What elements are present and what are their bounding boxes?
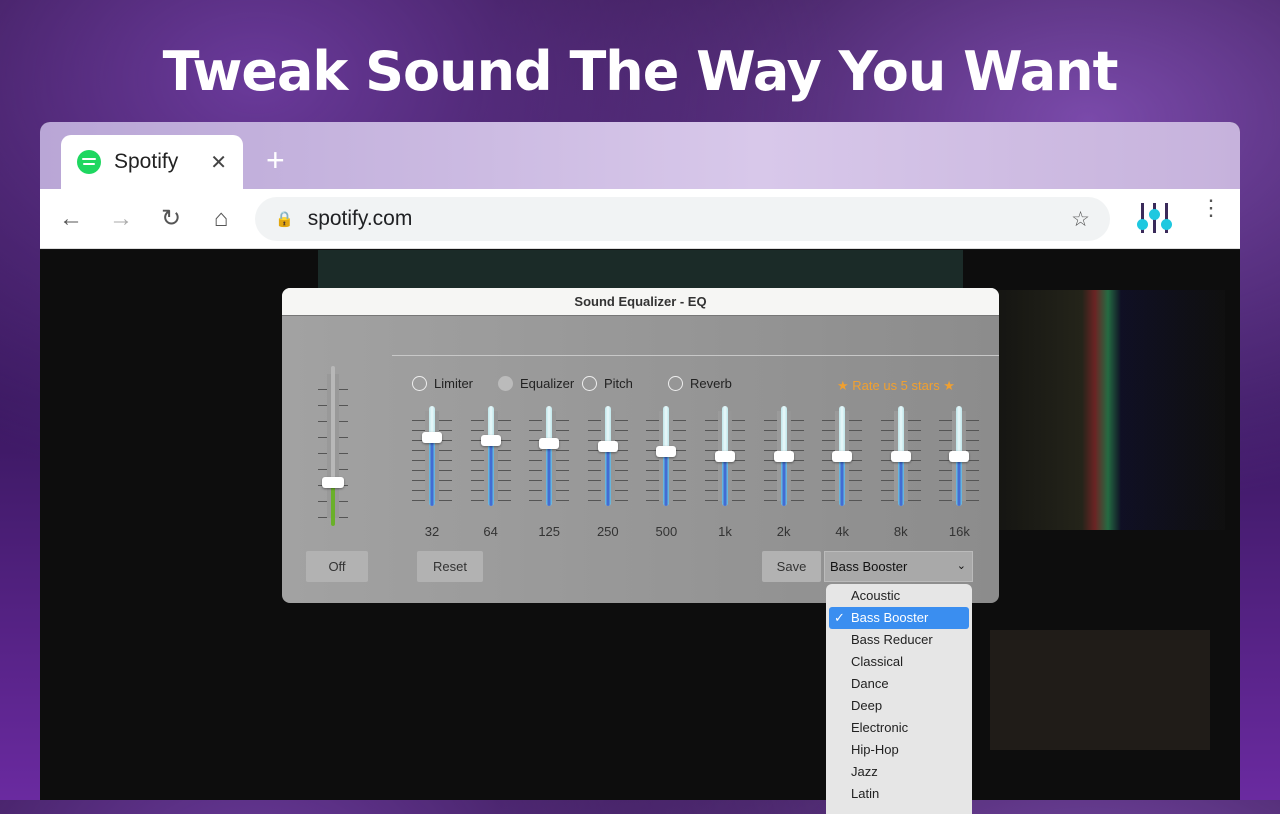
new-tab-button[interactable]: + (266, 142, 285, 179)
preset-dropdown-list: Acoustic ✓ Bass Booster Bass Reducer Classic… (826, 584, 972, 814)
url-text[interactable]: spotify.com (308, 207, 1071, 231)
preset-option[interactable]: Bass Reducer (829, 629, 969, 651)
dialog-title: Sound Equalizer - EQ (282, 288, 999, 316)
tab-bar: Spotify ✕ + (40, 122, 1240, 189)
blurred-album-art (965, 290, 1225, 530)
preset-option-label: Hip-Hop (851, 742, 899, 757)
blurred-artist-photo (990, 630, 1210, 750)
band-label: 16k (948, 524, 970, 539)
chevron-down-icon: ⌄ (956, 560, 966, 572)
preset-value: Bass Booster (830, 559, 908, 574)
preset-option[interactable]: Dance (829, 673, 969, 695)
band-label: 4k (835, 524, 850, 539)
band-slider-1k[interactable] (705, 406, 745, 506)
mode-label: Reverb (690, 376, 732, 391)
band-slider-4k[interactable] (822, 406, 863, 506)
mode-radio-reverb[interactable]: Reverb (668, 376, 732, 391)
band-slider-250[interactable] (587, 406, 628, 506)
preset-option[interactable]: Classical (829, 651, 969, 673)
radio-circle-icon (582, 376, 597, 391)
preset-option-label: Latin (851, 786, 880, 801)
tab-spotify[interactable]: Spotify ✕ (61, 135, 243, 189)
spotify-logo-icon (77, 150, 101, 174)
off-button[interactable]: Off (306, 551, 368, 582)
preset-option-label: Bass Booster (851, 610, 929, 625)
check-icon: ✓ (834, 610, 845, 625)
bookmark-star-icon[interactable]: ☆ (1071, 207, 1090, 232)
volume-slider[interactable] (318, 366, 348, 526)
preset-option[interactable]: ✓ Bass Booster (829, 607, 969, 629)
preset-option-label: Electronic (851, 720, 909, 735)
divider (392, 355, 999, 356)
blurred-header (318, 250, 963, 290)
home-icon[interactable]: ⌂ (196, 205, 246, 233)
band-knob[interactable] (832, 450, 853, 462)
band-label: 64 (483, 524, 498, 539)
band-slider-8k[interactable] (880, 406, 921, 506)
band-knob[interactable] (715, 450, 735, 462)
mode-label: Equalizer (520, 376, 575, 391)
band-slider-500[interactable] (646, 406, 687, 506)
close-tab-icon[interactable]: ✕ (210, 150, 227, 175)
mode-label: Limiter (434, 376, 474, 391)
band-knob[interactable] (890, 450, 911, 462)
band-label: 500 (655, 524, 678, 539)
mode-radio-limiter[interactable]: Limiter (412, 376, 473, 391)
band-slider-125[interactable] (529, 406, 570, 506)
radio-circle-icon (668, 376, 683, 391)
band-label: 125 (538, 524, 561, 539)
preset-option[interactable]: Jazz (829, 761, 969, 783)
band-slider-32[interactable] (412, 406, 452, 506)
preset-option-label: Bass Reducer (851, 632, 933, 647)
preset-option[interactable]: Acoustic (829, 585, 969, 607)
tab-title: Spotify (114, 150, 179, 173)
mode-label: Pitch (604, 376, 633, 391)
preset-option[interactable]: Hip-Hop (829, 739, 969, 761)
band-label: 250 (596, 524, 619, 539)
equalizer-extension-icon[interactable] (1137, 203, 1172, 235)
band-knob[interactable] (949, 450, 970, 462)
preset-option-label: Classical (851, 654, 904, 669)
equalizer-dialog: Sound Equalizer - EQ Limiter Equalizer Pit… (282, 288, 999, 603)
band-slider-64[interactable] (470, 406, 511, 506)
preset-option[interactable]: Deep (829, 695, 969, 717)
band-knob[interactable] (480, 435, 501, 447)
save-button[interactable]: Save (762, 551, 821, 582)
preset-select[interactable]: Bass Booster ⌄ (824, 551, 973, 582)
band-knob[interactable] (773, 450, 794, 462)
back-icon[interactable]: ← (46, 205, 96, 233)
reload-icon[interactable]: ↻ (146, 204, 196, 233)
band-knob[interactable] (597, 441, 618, 453)
band-label: 32 (424, 524, 440, 539)
mode-radio-equalizer[interactable]: Equalizer (498, 376, 574, 391)
band-label: 8k (893, 524, 908, 539)
band-knob[interactable] (422, 432, 442, 444)
forward-icon[interactable]: → (96, 205, 146, 233)
preset-option-label: Jazz (851, 764, 878, 779)
mode-radio-pitch[interactable]: Pitch (582, 376, 633, 391)
band-label: 1k (718, 524, 732, 539)
preset-option-label: Deep (851, 698, 883, 713)
band-slider-2k[interactable] (763, 406, 804, 506)
band-slider-16k[interactable] (939, 406, 980, 506)
preset-option-label: Dance (851, 676, 889, 691)
radio-circle-icon (498, 376, 513, 391)
radio-circle-icon (412, 376, 427, 391)
headline: Tweak Sound The Way You Want (162, 40, 1119, 103)
rate-us-link[interactable]: ★ Rate us 5 stars ★ (837, 378, 955, 394)
band-knob[interactable] (656, 446, 677, 458)
preset-option[interactable]: Latin (829, 783, 969, 805)
browser-menu-icon[interactable]: ⋮ (1200, 197, 1222, 219)
preset-option-label: Acoustic (851, 588, 901, 603)
volume-knob[interactable] (322, 477, 344, 489)
lock-icon: 🔒 (275, 211, 294, 228)
address-bar[interactable]: 🔒 spotify.com ☆ (255, 197, 1110, 241)
band-label: 2k (776, 524, 791, 539)
reset-button[interactable]: Reset (417, 551, 483, 582)
preset-option[interactable]: Electronic (829, 717, 969, 739)
toolbar: ← → ↻ ⌂ 🔒 spotify.com ☆ ⋮ (40, 189, 1240, 249)
band-knob[interactable] (539, 438, 560, 450)
